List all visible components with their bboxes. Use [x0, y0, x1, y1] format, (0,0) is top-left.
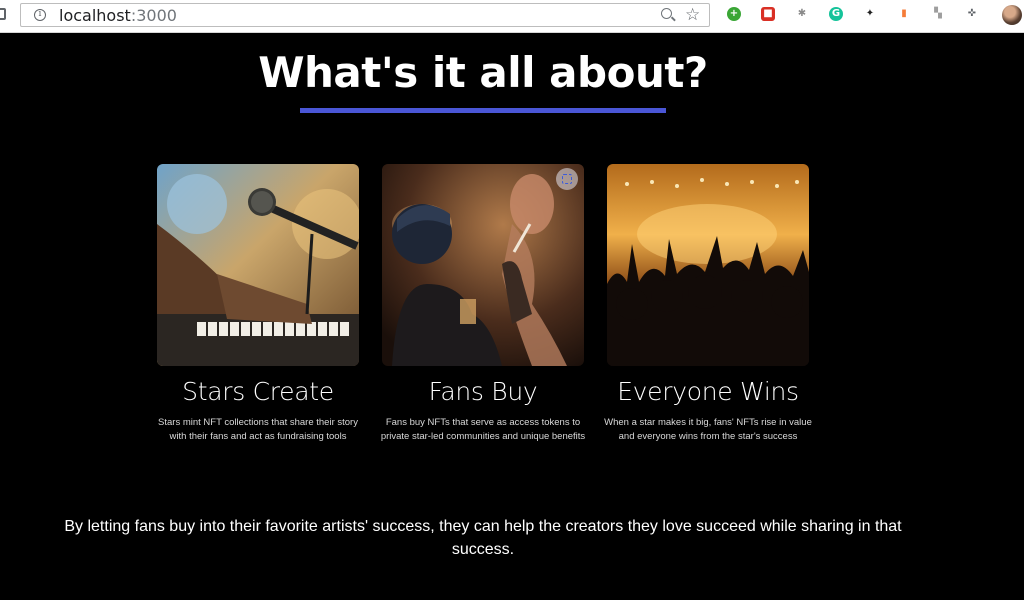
browser-toolbar: i localhost:3000 ☆ + ■ ✱ G ✦ ▮ ▚ ✜	[0, 0, 1024, 33]
url-port: :3000	[130, 6, 177, 25]
card-text-stars-create: Stars mint NFT collections that share th…	[158, 417, 358, 442]
plus-extension-icon[interactable]: +	[727, 7, 741, 21]
image-search-lens-icon[interactable]	[556, 168, 578, 190]
profile-avatar[interactable]	[1002, 5, 1022, 25]
address-bar[interactable]: i localhost:3000 ☆	[20, 3, 710, 27]
bookmark-star-icon[interactable]: ☆	[685, 5, 700, 25]
card-heading-everyone-wins: Everyone Wins	[617, 377, 799, 406]
card-text-fans-buy: Fans buy NFTs that serve as access token…	[380, 417, 586, 442]
card-heading-stars-create: Stars Create	[182, 377, 334, 406]
gray-extension-icon[interactable]: ▚	[931, 7, 945, 21]
url-host: localhost	[59, 6, 131, 25]
red-extension-icon[interactable]: ■	[761, 7, 775, 21]
url-text[interactable]: localhost:3000	[59, 6, 177, 26]
card-heading-fans-buy: Fans Buy	[428, 377, 538, 406]
card-text-everyone-wins: When a star makes it big, fans' NFTs ris…	[604, 417, 812, 442]
bug-extension-icon[interactable]: ✱	[795, 7, 809, 21]
zoom-icon[interactable]	[661, 8, 672, 19]
card-image-fans-buy	[382, 164, 584, 366]
card-image-everyone-wins	[607, 164, 809, 366]
site-info-icon[interactable]: i	[34, 9, 46, 21]
puzzle-extension-icon[interactable]: ✜	[965, 7, 979, 21]
card-image-stars-create	[157, 164, 359, 366]
tagline: By letting fans buy into their favorite …	[64, 518, 902, 558]
orange-extension-icon[interactable]: ▮	[897, 7, 911, 21]
title-underline	[300, 108, 666, 113]
page-title: What's it all about?	[258, 48, 708, 97]
home-icon[interactable]	[0, 8, 6, 20]
grammarly-extension-icon[interactable]: G	[829, 7, 843, 21]
paw-extension-icon[interactable]: ✦	[863, 7, 877, 21]
